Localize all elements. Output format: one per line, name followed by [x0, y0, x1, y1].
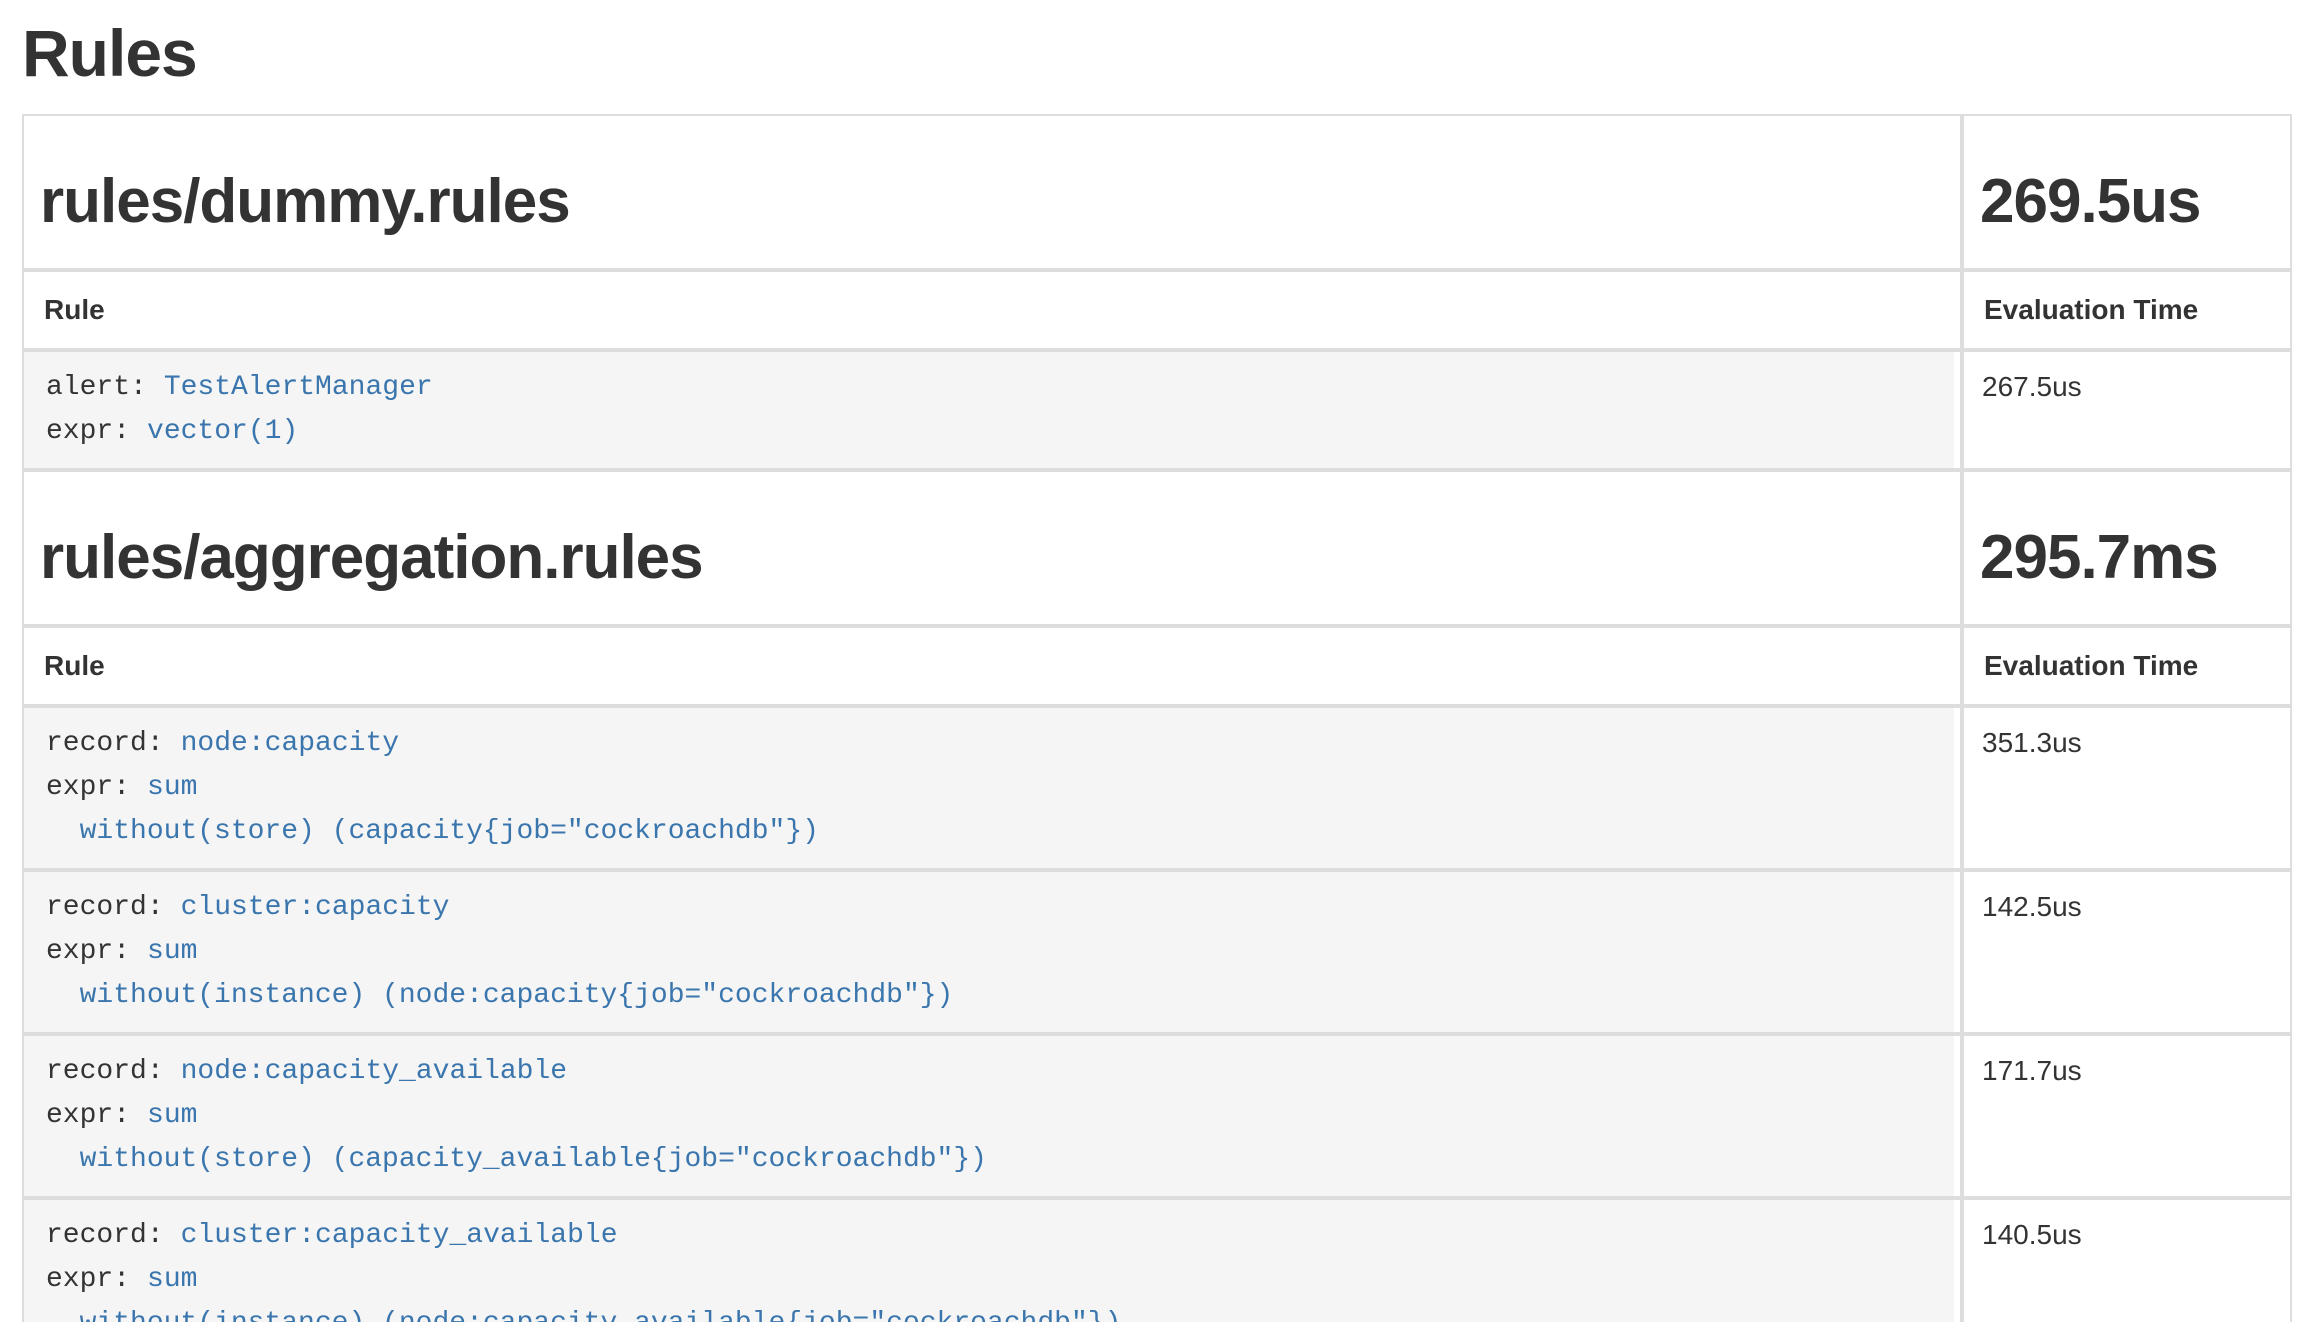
page: Rules rules/dummy.rules 269.5us Rule Eva…: [22, 16, 2292, 1322]
rule-expr-label: expr:: [46, 772, 130, 803]
rule-row: record: node:capacity_available expr:sum w…: [22, 1034, 2292, 1198]
rule-kind-label: record:: [46, 1056, 164, 1087]
rule-expr-label: expr:: [46, 936, 130, 967]
rule-kind-label: record:: [46, 728, 164, 759]
rule-definition: record: cluster:capacity expr:sum without(…: [24, 872, 1954, 1032]
rule-name-link[interactable]: node:capacity: [181, 728, 399, 759]
group-total-time-cell: 295.7ms: [1962, 470, 2292, 626]
rule-evaluation-time: 267.5us: [1962, 350, 2292, 470]
rule-kind-label: record:: [46, 892, 164, 923]
rules-table: rules/dummy.rules 269.5us Rule Evaluatio…: [22, 114, 2292, 1322]
rule-expr-link[interactable]: sum without(instance) (node:capacity_ava…: [46, 1264, 1121, 1322]
group-total-time: 295.7ms: [1980, 524, 2274, 592]
page-title: Rules: [22, 16, 2292, 90]
rule-evaluation-time: 171.7us: [1962, 1034, 2292, 1198]
rule-row: record: cluster:capacity_available expr:su…: [22, 1198, 2292, 1322]
evaluation-time-column-header: Evaluation Time: [1962, 626, 2292, 706]
evaluation-time-column-header: Evaluation Time: [1962, 270, 2292, 350]
rule-definition: record: node:capacity_available expr:sum w…: [24, 1036, 1954, 1196]
rule-expr-label: expr:: [46, 416, 130, 447]
rule-cell: record: node:capacity_available expr:sum w…: [22, 1034, 1962, 1198]
rule-column-header: Rule: [22, 270, 1962, 350]
group-file-name: rules/dummy.rules: [40, 168, 1944, 236]
rule-row: record: node:capacity expr:sum without(sto…: [22, 706, 2292, 870]
rule-row: alert: TestAlertManager expr: vector(1) 267…: [22, 350, 2292, 470]
column-header-row: Rule Evaluation Time: [22, 626, 2292, 706]
rule-expr-link[interactable]: sum without(instance) (node:capacity{job…: [46, 936, 953, 1011]
group-file-cell: rules/dummy.rules: [22, 114, 1962, 270]
rule-expr-link[interactable]: vector(1): [147, 416, 298, 447]
rule-name-link[interactable]: cluster:capacity: [181, 892, 450, 923]
group-total-time-cell: 269.5us: [1962, 114, 2292, 270]
rule-cell: record: cluster:capacity_available expr:su…: [22, 1198, 1962, 1322]
rule-column-header: Rule: [22, 626, 1962, 706]
rule-expr-label: expr:: [46, 1264, 130, 1295]
rule-cell: record: node:capacity expr:sum without(sto…: [22, 706, 1962, 870]
group-file-cell: rules/aggregation.rules: [22, 470, 1962, 626]
rule-cell: record: cluster:capacity expr:sum without(…: [22, 870, 1962, 1034]
rule-expr-link[interactable]: sum without(store) (capacity_available{j…: [46, 1100, 987, 1175]
rule-expr-link[interactable]: sum without(store) (capacity{job="cockro…: [46, 772, 819, 847]
rule-row: record: cluster:capacity expr:sum without(…: [22, 870, 2292, 1034]
rule-expr-label: expr:: [46, 1100, 130, 1131]
group-heading-row: rules/aggregation.rules 295.7ms: [22, 470, 2292, 626]
rule-name-link[interactable]: cluster:capacity_available: [181, 1220, 618, 1251]
rule-name-link[interactable]: TestAlertManager: [164, 372, 433, 403]
rule-name-link[interactable]: node:capacity_available: [181, 1056, 567, 1087]
column-header-row: Rule Evaluation Time: [22, 270, 2292, 350]
rule-definition: alert: TestAlertManager expr: vector(1): [24, 352, 1954, 468]
rule-kind-label: record:: [46, 1220, 164, 1251]
rule-kind-label: alert:: [46, 372, 147, 403]
rule-definition: record: node:capacity expr:sum without(sto…: [24, 708, 1954, 868]
rule-evaluation-time: 140.5us: [1962, 1198, 2292, 1322]
rule-evaluation-time: 351.3us: [1962, 706, 2292, 870]
rule-definition: record: cluster:capacity_available expr:su…: [24, 1200, 1954, 1322]
group-heading-row: rules/dummy.rules 269.5us: [22, 114, 2292, 270]
rule-evaluation-time: 142.5us: [1962, 870, 2292, 1034]
group-file-name: rules/aggregation.rules: [40, 524, 1944, 592]
rule-cell: alert: TestAlertManager expr: vector(1): [22, 350, 1962, 470]
group-total-time: 269.5us: [1980, 168, 2274, 236]
